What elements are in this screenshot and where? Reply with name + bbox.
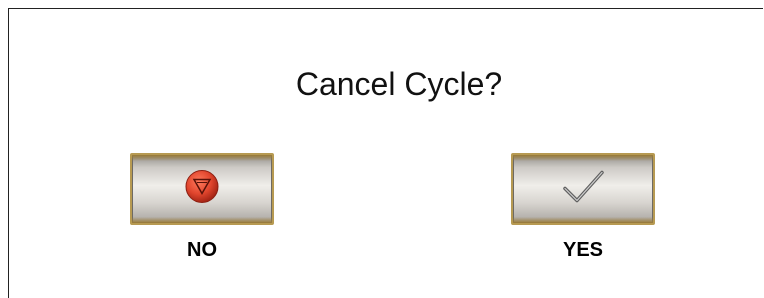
cancel-cycle-dialog: Cancel Cycle? NO YES	[8, 8, 763, 298]
yes-button[interactable]	[511, 153, 655, 225]
yes-label: YES	[562, 239, 604, 261]
no-button[interactable]	[130, 153, 274, 225]
stop-icon	[183, 168, 221, 211]
no-option: NO	[130, 153, 274, 262]
yes-option: YES	[511, 153, 655, 262]
no-label: NO	[187, 239, 217, 261]
checkmark-icon	[558, 167, 608, 212]
dialog-title: Cancel Cycle?	[295, 66, 503, 102]
